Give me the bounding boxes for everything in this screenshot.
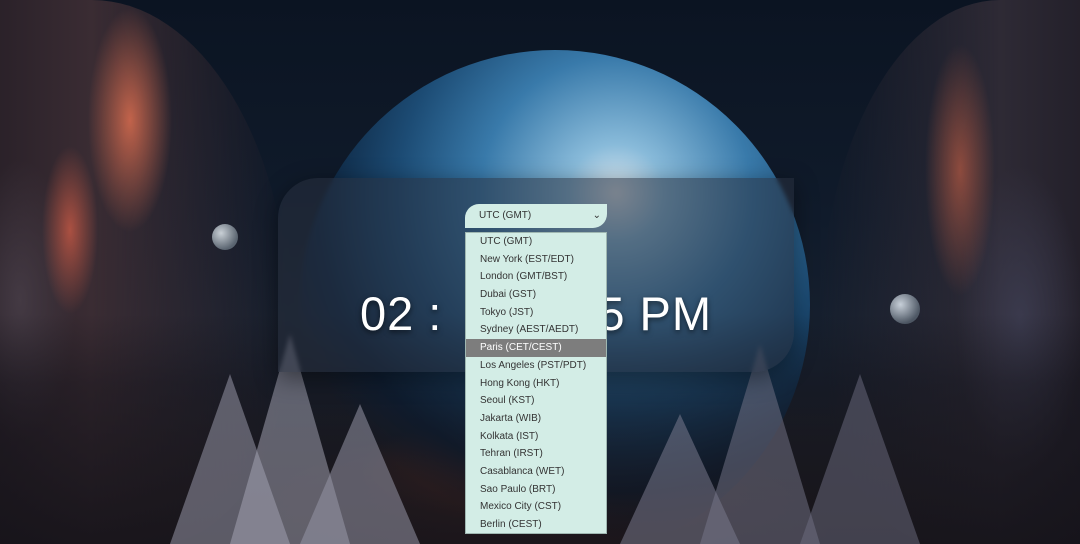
moon-left (212, 224, 238, 250)
timezone-select[interactable]: UTC (GMT) ⌄ (465, 204, 607, 228)
timezone-option[interactable]: Sao Paulo (BRT) (466, 481, 606, 499)
timezone-option[interactable]: Kolkata (IST) (466, 428, 606, 446)
timezone-option[interactable]: Berlin (CEST) (466, 516, 606, 534)
timezone-option[interactable]: Los Angeles (PST/PDT) (466, 357, 606, 375)
mountain-peak (300, 404, 420, 544)
timezone-option[interactable]: Casablanca (WET) (466, 463, 606, 481)
timezone-option[interactable]: London (GMT/BST) (466, 268, 606, 286)
timezone-option[interactable]: New York (EST/EDT) (466, 251, 606, 269)
background-scene: 02 : 5 PM UTC (GMT) ⌄ UTC (GMT) New York … (0, 0, 1080, 544)
timezone-option[interactable]: Dubai (GST) (466, 286, 606, 304)
timezone-option[interactable]: Sydney (AEST/AEDT) (466, 321, 606, 339)
timezone-dropdown-list: UTC (GMT) New York (EST/EDT) London (GMT… (465, 232, 607, 534)
timezone-option[interactable]: UTC (GMT) (466, 233, 606, 251)
timezone-select-value: UTC (GMT) (479, 210, 532, 221)
timezone-option[interactable]: Tokyo (JST) (466, 304, 606, 322)
clock-time-right: 5 PM (598, 287, 713, 340)
mountain-peak (800, 374, 920, 544)
timezone-option[interactable]: Tehran (IRST) (466, 445, 606, 463)
timezone-option[interactable]: Mexico City (CST) (466, 498, 606, 516)
timezone-option[interactable]: Hong Kong (HKT) (466, 375, 606, 393)
chevron-down-icon: ⌄ (592, 210, 601, 221)
timezone-option[interactable]: Seoul (KST) (466, 392, 606, 410)
timezone-option-highlighted[interactable]: Paris (CET/CEST) (466, 339, 606, 357)
clock-time-left: 02 : (359, 287, 443, 340)
timezone-option[interactable]: Jakarta (WIB) (466, 410, 606, 428)
